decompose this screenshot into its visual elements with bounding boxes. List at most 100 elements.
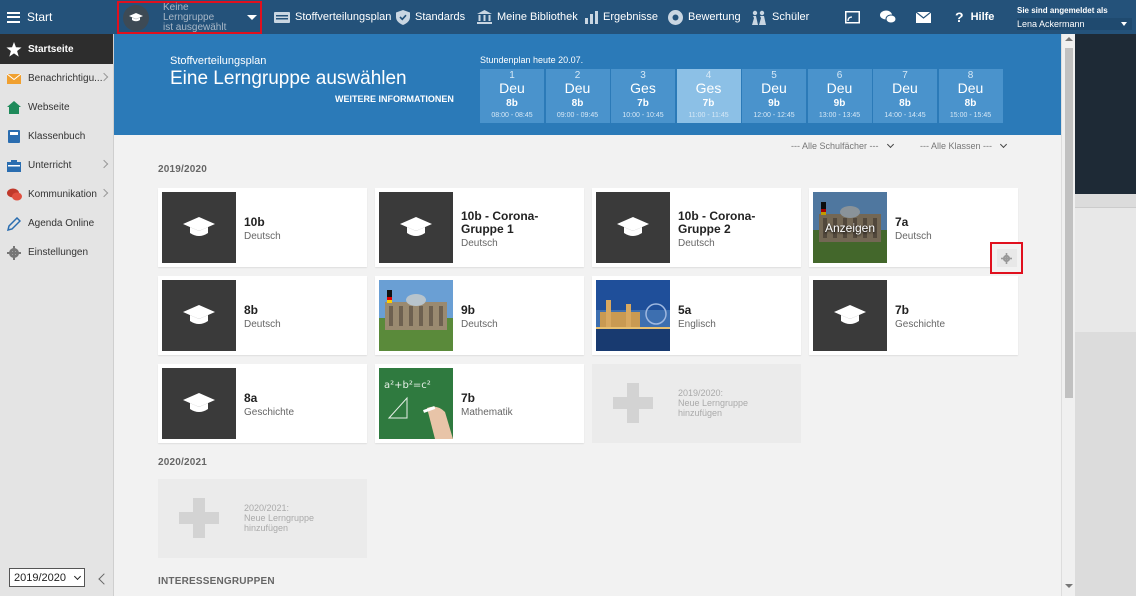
period-time: 13:00 - 13:45 [818,112,861,119]
stoffverteilungsplan-icon [274,11,290,23]
learning-group-card[interactable]: 10b - Corona-Gruppe 2 Deutsch [592,188,801,267]
timetable-period[interactable]: 8 Deu 8b 15:00 - 15:45 [938,69,1003,123]
learning-group-card[interactable]: 10b Deutsch [158,188,367,267]
sidebar-item-einstellungen[interactable]: Einstellungen [0,238,113,267]
timetable-period[interactable]: 3 Ges 7b 10:00 - 10:45 [611,69,675,123]
top-bar: Start Keine Lerngruppe ist ausgewählt St… [0,0,1136,34]
scrollbar-thumb[interactable] [1065,48,1073,398]
period-subject: Ges [630,80,656,96]
group-name: 7b [461,391,476,405]
learning-group-selector[interactable]: Keine Lerngruppe ist ausgewählt [117,1,262,34]
learning-group-card[interactable]: 8b Deutsch [158,276,367,355]
chevron-down-icon [1121,22,1127,26]
add-group-line: hinzufügen [678,408,723,418]
add-group-line: 2020/2021: [244,503,290,513]
period-time: 12:00 - 12:45 [753,112,795,119]
sidebar-item-unterricht[interactable]: Unterricht [0,151,113,180]
user-account-select[interactable]: Lena Ackermann [1017,18,1132,30]
envelope-icon [916,11,931,23]
scroll-down-icon[interactable] [1065,584,1073,588]
sidebar-item-agenda-online[interactable]: Agenda Online [0,209,113,238]
gear-icon [1001,252,1012,264]
sidebar-item-label: Startseite [28,43,74,55]
learning-group-card[interactable]: 5a Englisch [592,276,801,355]
hero-banner: Stoffverteilungsplan Eine Lerngruppe aus… [114,34,1061,135]
messages-button[interactable] [880,0,901,34]
london-photo [596,280,670,351]
section-title-2019-2020: 2019/2020 [158,164,208,175]
add-learning-group-2020-2021[interactable]: 2020/2021: Neue Lerngruppe hinzufügen [158,479,367,558]
mail-button[interactable] [916,0,936,34]
group-name: 9b [461,303,476,317]
plus-icon [613,383,653,423]
book-icon [6,129,22,145]
period-class: 9b [768,98,780,109]
show-overlay-label[interactable]: Anzeigen [813,192,887,263]
timetable-period[interactable]: 1 Deu 8b 08:00 - 08:45 [480,69,544,123]
period-time: 14:00 - 14:45 [884,112,926,119]
group-status-line2: ist ausgewählt [163,21,227,33]
school-year-select[interactable]: 2019/2020 [9,568,85,587]
learning-group-card[interactable]: 10b - Corona-Gruppe 1 Deutsch [375,188,584,267]
timetable-period[interactable]: 4 Ges 7b 11:00 - 11:45 [676,69,741,123]
group-subject: Deutsch [678,238,715,249]
add-group-line: Neue Lerngruppe [678,398,749,408]
class-filter-select[interactable]: --- Alle Klassen --- [920,140,1008,151]
nav-standards[interactable]: Standards [396,0,465,34]
nav-schueler[interactable]: Schüler [750,0,809,34]
nav-ergebnisse[interactable]: Ergebnisse [585,0,658,34]
sidebar-item-klassenbuch[interactable]: Klassenbuch [0,122,113,151]
collapse-sidebar-icon[interactable] [98,573,110,585]
chat-bubbles-icon [880,10,896,24]
sidebar-item-label: Kommunikation [28,189,97,200]
timetable-period[interactable]: 6 Deu 9b 13:00 - 13:45 [807,69,872,123]
nav-stoffverteilungsplan[interactable]: Stoffverteilungsplan [274,0,391,34]
nav-meine-bibliothek[interactable]: Meine Bibliothek [477,0,578,34]
sidebar-item-label: Webseite [28,102,70,113]
folder-icon [6,158,22,174]
learning-group-card[interactable]: Anzeigen 7a Deutsch [809,188,1018,267]
group-subject: Deutsch [244,231,281,242]
timetable-period[interactable]: 7 Deu 8b 14:00 - 14:45 [873,69,937,123]
add-group-label: 2019/2020: Neue Lerngruppe hinzufügen [678,388,778,418]
login-title: Sie sind angemeldet als [1017,6,1108,15]
main-content: Stoffverteilungsplan Eine Lerngruppe aus… [114,34,1061,596]
subject-filter-select[interactable]: --- Alle Schulfächer --- [791,140,894,151]
learning-group-card[interactable]: 8a Geschichte [158,364,367,443]
group-settings-button[interactable] [990,242,1023,274]
sidebar-item-benachrichtigungen[interactable]: Benachrichtigu... [0,64,113,93]
period-subject: Deu [761,80,787,96]
group-name: 10b - Corona-Gruppe 2 [678,209,756,236]
start-menu-button[interactable]: Start [0,0,114,34]
learning-group-card[interactable]: 9b Deutsch [375,276,584,355]
add-group-line: Neue Lerngruppe [244,513,315,523]
vertical-scrollbar[interactable] [1061,34,1075,596]
scroll-up-icon[interactable] [1065,37,1073,41]
group-name: 8a [244,391,258,405]
gear-icon [6,245,22,261]
graduation-cap-icon [162,192,236,263]
svg-text:a²+b²=c²: a²+b²=c² [384,380,431,391]
background-panel-inner [1075,207,1136,332]
help-button[interactable]: ? Hilfe [955,0,994,34]
sidebar: Startseite Benachrichtigu... Webseite Kl… [0,34,114,596]
sidebar-item-startseite[interactable]: Startseite [0,34,113,64]
more-info-link[interactable]: WEITERE INFORMATIONEN [335,94,454,104]
reichstag-photo [379,280,453,351]
learning-group-card[interactable]: a²+b²=c² 7b Mathematik [375,364,584,443]
library-icon [477,10,492,24]
sidebar-item-label: Benachrichtigu... [28,73,103,84]
sidebar-item-kommunikation[interactable]: Kommunikation [0,180,113,209]
add-learning-group-2019-2020[interactable]: 2019/2020: Neue Lerngruppe hinzufügen [592,364,801,443]
timetable-period[interactable]: 2 Deu 8b 09:00 - 09:45 [545,69,610,123]
cast-button[interactable] [845,0,865,34]
group-name: 7b [895,303,910,317]
group-name: 5a [678,303,692,317]
learning-group-card[interactable]: 7b Geschichte [809,276,1018,355]
timetable-period[interactable]: 5 Deu 9b 12:00 - 12:45 [742,69,806,123]
nav-bewertung[interactable]: Bewertung [668,0,741,34]
timetable-label: Stundenplan heute 20.07. [480,55,584,65]
sidebar-item-webseite[interactable]: Webseite [0,93,113,122]
period-time: 11:00 - 11:45 [688,112,729,119]
chevron-down-icon [73,572,82,580]
